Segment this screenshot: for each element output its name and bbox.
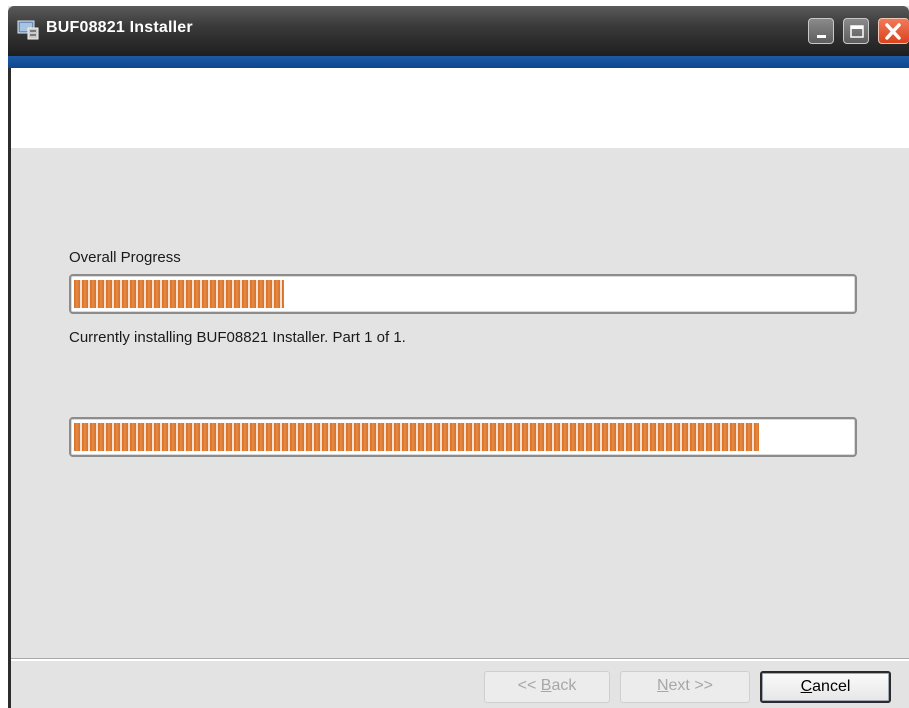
maximize-button[interactable] <box>843 18 869 44</box>
header-banner <box>11 68 909 148</box>
back-button-prefix: << <box>517 677 541 694</box>
close-icon <box>885 23 901 40</box>
cancel-button-accel: C <box>800 678 813 695</box>
overall-progress-label: Overall Progress <box>69 249 181 266</box>
overall-progress-fill <box>74 280 284 308</box>
footer-separator <box>11 658 909 661</box>
overall-progress-bar <box>69 274 857 314</box>
installer-app-icon <box>16 19 40 41</box>
cancel-button-rest: ancel <box>812 678 851 695</box>
back-button-rest: ack <box>551 677 577 694</box>
next-button-rest: ext >> <box>668 677 714 694</box>
window-left-border <box>8 68 11 708</box>
maximize-icon <box>850 25 864 38</box>
back-button[interactable]: << Back <box>484 671 610 703</box>
next-button-accel: N <box>656 677 669 694</box>
back-button-accel: B <box>540 677 552 694</box>
current-progress-fill <box>74 423 759 451</box>
cancel-button[interactable]: Cancel <box>760 671 891 703</box>
install-status-text: Currently installing BUF08821 Installer.… <box>69 329 406 346</box>
close-button[interactable] <box>878 18 909 44</box>
title-bar[interactable]: BUF08821 Installer <box>8 6 909 56</box>
installer-window: BUF08821 Installer Overall Progress Curr… <box>8 6 909 708</box>
minimize-icon <box>817 35 826 38</box>
current-progress-bar <box>69 417 857 457</box>
minimize-button[interactable] <box>808 18 834 44</box>
title-accent-strip <box>8 56 909 68</box>
next-button[interactable]: Next >> <box>620 671 750 703</box>
window-title: BUF08821 Installer <box>46 19 193 36</box>
